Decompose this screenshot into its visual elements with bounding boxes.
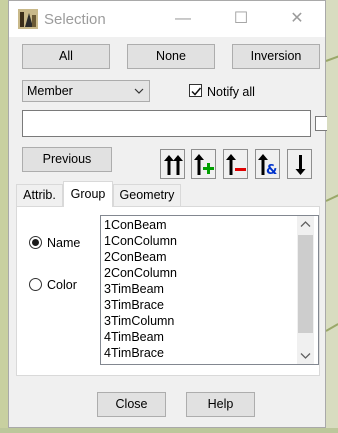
remove-selection-icon bbox=[226, 154, 246, 175]
list-item[interactable]: 4TimBrace bbox=[104, 345, 177, 361]
search-input[interactable] bbox=[22, 110, 311, 137]
type-select[interactable]: Member bbox=[22, 80, 150, 102]
chevron-down-icon bbox=[134, 81, 144, 109]
select-all-button[interactable]: All bbox=[22, 44, 110, 69]
maximize-button[interactable]: ☐ bbox=[219, 5, 263, 33]
group-listbox[interactable]: 1ConBeam 1ConColumn 2ConBeam 2ConColumn … bbox=[100, 215, 319, 365]
minimize-icon: — bbox=[175, 10, 191, 27]
inversion-button[interactable]: Inversion bbox=[232, 44, 320, 69]
close-icon: ✕ bbox=[290, 10, 304, 27]
svg-text:&: & bbox=[266, 163, 277, 178]
add-selection-button[interactable] bbox=[191, 149, 216, 179]
add-selection-icon bbox=[194, 154, 214, 175]
checkmark-icon bbox=[191, 87, 202, 96]
list-item[interactable]: 2ConColumn bbox=[104, 265, 177, 281]
background-app-bottom bbox=[0, 428, 338, 433]
list-item[interactable]: 1ConBeam bbox=[104, 217, 177, 233]
select-down-icon bbox=[295, 155, 306, 175]
list-item[interactable]: 3TimBeam bbox=[104, 281, 177, 297]
chevron-down-icon bbox=[300, 353, 311, 359]
tab-geometry[interactable]: Geometry bbox=[113, 184, 181, 206]
notify-all-checkbox[interactable] bbox=[189, 84, 202, 97]
tab-attrib[interactable]: Attrib. bbox=[16, 184, 63, 206]
select-none-button[interactable]: None bbox=[127, 44, 215, 69]
maximize-icon: ☐ bbox=[233, 10, 249, 27]
and-selection-icon: & bbox=[258, 154, 277, 178]
scroll-thumb[interactable] bbox=[298, 235, 313, 333]
and-selection-button[interactable]: & bbox=[255, 149, 280, 179]
window-title: Selection bbox=[44, 11, 106, 28]
background-app-strip bbox=[326, 0, 338, 433]
previous-button[interactable]: Previous bbox=[22, 147, 112, 172]
scroll-down-button[interactable] bbox=[297, 347, 314, 364]
selection-app-icon bbox=[18, 9, 38, 29]
color-radio-label: Color bbox=[47, 278, 77, 292]
type-select-value: Member bbox=[27, 84, 73, 98]
chevron-up-icon bbox=[300, 221, 311, 227]
list-item[interactable]: 1ConColumn bbox=[104, 233, 177, 249]
list-item[interactable]: 4TimBeam bbox=[104, 329, 177, 345]
select-down-button[interactable] bbox=[287, 149, 312, 179]
selection-dialog: Selection — ☐ ✕ All None Inversion Membe… bbox=[8, 0, 327, 428]
remove-selection-button[interactable] bbox=[223, 149, 248, 179]
minimize-button[interactable]: — bbox=[161, 5, 205, 33]
close-button[interactable]: Close bbox=[97, 392, 166, 417]
list-item[interactable]: 2ConBeam bbox=[104, 249, 177, 265]
select-up-double-icon bbox=[164, 155, 183, 175]
title-bar: Selection — ☐ ✕ bbox=[9, 1, 325, 37]
color-radio[interactable] bbox=[29, 278, 42, 291]
name-radio[interactable] bbox=[29, 236, 42, 249]
radio-selected-dot bbox=[32, 239, 39, 246]
list-item[interactable]: 3TimColumn bbox=[104, 313, 177, 329]
list-item[interactable]: 3TimBrace bbox=[104, 297, 177, 313]
notify-all-label: Notify all bbox=[207, 85, 255, 99]
list-scrollbar[interactable] bbox=[297, 216, 314, 364]
tab-group[interactable]: Group bbox=[63, 181, 113, 207]
select-up-double-button[interactable] bbox=[160, 149, 185, 179]
close-window-button[interactable]: ✕ bbox=[275, 5, 319, 33]
help-button[interactable]: Help bbox=[186, 392, 255, 417]
scroll-up-button[interactable] bbox=[297, 216, 314, 233]
name-radio-label: Name bbox=[47, 236, 81, 250]
input-overflow-field[interactable] bbox=[315, 116, 327, 131]
group-list: 1ConBeam 1ConColumn 2ConBeam 2ConColumn … bbox=[104, 217, 177, 361]
